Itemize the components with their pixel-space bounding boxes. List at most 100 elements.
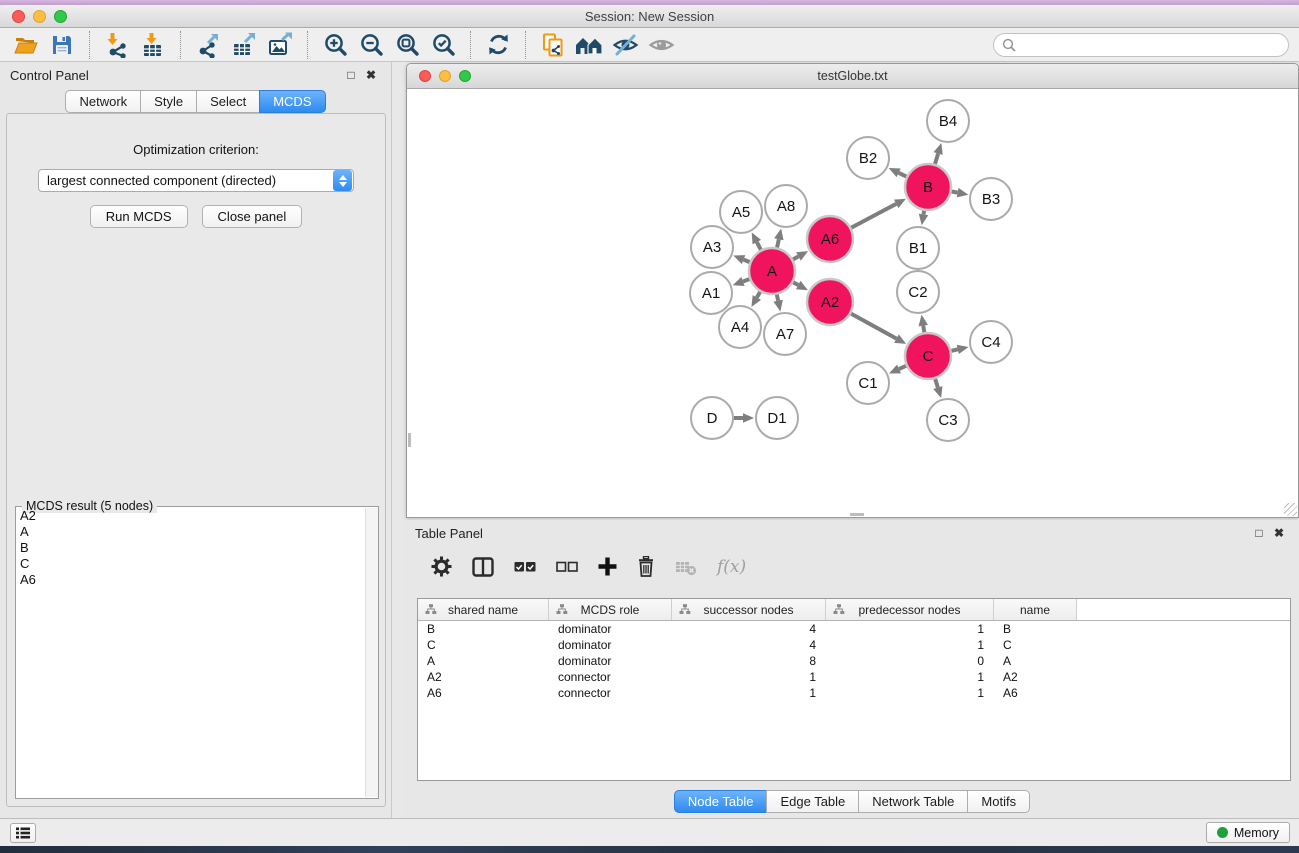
network-graph[interactable]: B4B2BB3A8A5A6A3B1AC2A1A2A4A7C4CC1C3DD1: [407, 89, 1298, 517]
tab-network-table[interactable]: Network Table: [858, 790, 968, 813]
column-header-successor-nodes[interactable]: successor nodes: [672, 599, 826, 620]
table-row[interactable]: Adominator80A: [418, 653, 1290, 669]
table-row[interactable]: A2connector11A2: [418, 669, 1290, 685]
graph-node-C[interactable]: C: [905, 333, 951, 379]
vertical-scroll-indicator[interactable]: [408, 433, 411, 447]
zoom-window-button[interactable]: [54, 10, 67, 23]
save-session-button[interactable]: [44, 30, 80, 60]
search-input[interactable]: [993, 33, 1289, 57]
graph-node-B3[interactable]: B3: [970, 178, 1012, 220]
first-neighbors-button[interactable]: [571, 30, 607, 60]
graph-node-C1[interactable]: C1: [847, 362, 889, 404]
export-network-button[interactable]: [190, 30, 226, 60]
graph-node-A[interactable]: A: [749, 248, 795, 294]
table-settings-button[interactable]: [431, 556, 452, 577]
clone-network-button[interactable]: [535, 30, 571, 60]
column-header-name[interactable]: name: [994, 599, 1077, 620]
import-table-button[interactable]: [135, 30, 171, 60]
mcds-result-item[interactable]: B: [16, 540, 365, 556]
graph-node-A6[interactable]: A6: [807, 216, 853, 262]
graph-edge-A2-C[interactable]: [851, 314, 906, 344]
graph-edge-A6-B[interactable]: [851, 199, 906, 228]
graph-edge-A-A4[interactable]: [751, 292, 761, 307]
graph-edge-B-B3[interactable]: [952, 188, 969, 197]
column-browser-button[interactable]: [472, 557, 494, 577]
graph-edge-B-B2[interactable]: [889, 168, 907, 177]
graph-edge-C-C4[interactable]: [951, 345, 968, 354]
graph-edge-A-A8[interactable]: [774, 228, 783, 247]
tab-select[interactable]: Select: [196, 90, 260, 113]
graph-edge-B-B1[interactable]: [919, 211, 928, 226]
select-all-columns-button[interactable]: [514, 561, 536, 573]
mcds-result-item[interactable]: A2: [16, 508, 365, 524]
float-table-panel-icon[interactable]: □: [1249, 526, 1269, 540]
delete-column-button[interactable]: [637, 556, 655, 577]
tab-style[interactable]: Style: [140, 90, 197, 113]
run-mcds-button[interactable]: Run MCDS: [90, 205, 188, 228]
graph-edge-C-C3[interactable]: [933, 379, 942, 398]
graph-node-B[interactable]: B: [905, 164, 951, 210]
graph-node-B1[interactable]: B1: [897, 227, 939, 269]
graph-edge-A-A1[interactable]: [733, 277, 750, 286]
close-panel-button[interactable]: Close panel: [202, 205, 303, 228]
mcds-result-item[interactable]: A: [16, 524, 365, 540]
table-row[interactable]: Cdominator41C: [418, 637, 1290, 653]
graph-edge-A-A3[interactable]: [733, 255, 749, 264]
graph-node-A3[interactable]: A3: [691, 226, 733, 268]
network-canvas[interactable]: B4B2BB3A8A5A6A3B1AC2A1A2A4A7C4CC1C3DD1: [407, 89, 1298, 517]
graph-node-C3[interactable]: C3: [927, 399, 969, 441]
tab-network[interactable]: Network: [65, 90, 141, 113]
graph-node-A8[interactable]: A8: [765, 185, 807, 227]
hide-selected-button[interactable]: [607, 30, 643, 60]
graph-edge-A-A6[interactable]: [793, 251, 808, 261]
graph-edge-D-D1[interactable]: [734, 413, 754, 423]
column-header-MCDS-role[interactable]: MCDS role: [549, 599, 672, 620]
zoom-fit-button[interactable]: [389, 30, 425, 60]
close-table-panel-icon[interactable]: ✖: [1269, 526, 1289, 540]
show-all-button[interactable]: [643, 30, 679, 60]
close-window-button[interactable]: [12, 10, 25, 23]
table-row[interactable]: A6connector11A6: [418, 685, 1290, 701]
mcds-result-item[interactable]: A6: [16, 572, 365, 588]
minimize-window-button[interactable]: [33, 10, 46, 23]
graph-node-A1[interactable]: A1: [690, 272, 732, 314]
zoom-network-window-button[interactable]: [459, 70, 471, 82]
window-resize-grip[interactable]: [1284, 503, 1297, 516]
zoom-selected-button[interactable]: [425, 30, 461, 60]
graph-node-D[interactable]: D: [691, 397, 733, 439]
graph-edge-A-A2[interactable]: [793, 281, 808, 290]
export-table-button[interactable]: [226, 30, 262, 60]
graph-node-A2[interactable]: A2: [807, 279, 853, 325]
graph-node-C4[interactable]: C4: [970, 321, 1012, 363]
delete-table-button[interactable]: [675, 558, 697, 576]
show-panels-list-button[interactable]: [10, 823, 36, 843]
minimize-network-window-button[interactable]: [439, 70, 451, 82]
graph-node-A4[interactable]: A4: [719, 306, 761, 348]
close-network-window-button[interactable]: [419, 70, 431, 82]
optimization-dropdown[interactable]: largest connected component (directed): [38, 169, 354, 192]
list-scrollbar[interactable]: [365, 508, 378, 797]
zoom-out-button[interactable]: [353, 30, 389, 60]
graph-node-D1[interactable]: D1: [756, 397, 798, 439]
column-header-predecessor-nodes[interactable]: predecessor nodes: [826, 599, 994, 620]
column-header-shared-name[interactable]: shared name: [418, 599, 549, 620]
function-builder-button[interactable]: f(x): [717, 557, 746, 577]
graph-edge-B-B4[interactable]: [934, 143, 943, 164]
add-column-button[interactable]: [598, 557, 617, 576]
close-panel-icon[interactable]: ✖: [361, 68, 381, 82]
graph-node-A7[interactable]: A7: [764, 313, 806, 355]
table-row[interactable]: Bdominator41B: [418, 621, 1290, 637]
open-session-button[interactable]: [8, 30, 44, 60]
float-panel-icon[interactable]: □: [341, 68, 361, 82]
unselect-all-columns-button[interactable]: [556, 561, 578, 573]
refresh-layout-button[interactable]: [480, 30, 516, 60]
tab-node-table[interactable]: Node Table: [674, 790, 768, 813]
graph-node-B4[interactable]: B4: [927, 100, 969, 142]
memory-button[interactable]: Memory: [1206, 822, 1290, 843]
horizontal-scroll-indicator[interactable]: [850, 513, 864, 516]
graph-edge-C-C1[interactable]: [889, 365, 906, 374]
tab-edge-table[interactable]: Edge Table: [766, 790, 859, 813]
tab-motifs[interactable]: Motifs: [967, 790, 1030, 813]
graph-node-B2[interactable]: B2: [847, 137, 889, 179]
tab-mcds[interactable]: MCDS: [259, 90, 325, 113]
